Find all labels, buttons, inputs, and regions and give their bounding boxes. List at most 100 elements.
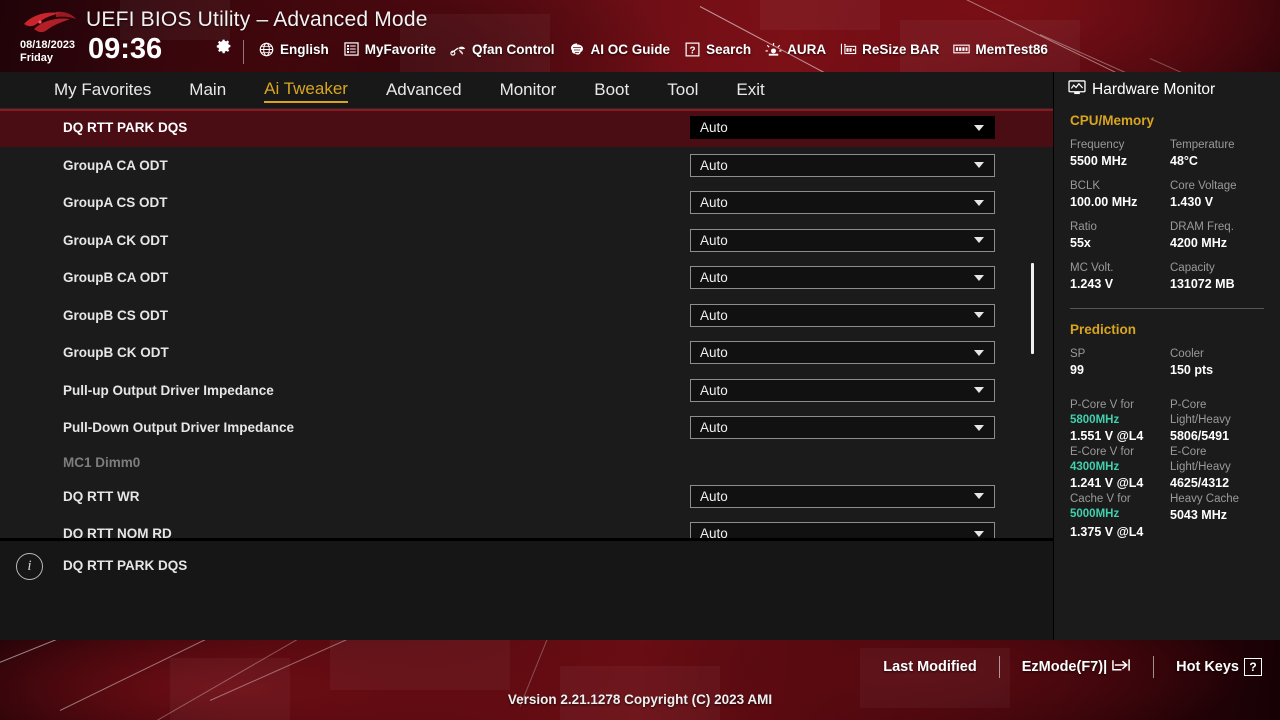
info-icon: i [16,553,43,580]
arrow-into-bracket-icon [1112,657,1131,677]
toolbar-item-memtest86[interactable]: MemTest86 [953,41,1048,57]
setting-dropdown[interactable]: Auto [690,378,995,402]
table-row[interactable]: GroupA CS ODT Auto [0,184,1053,222]
fan-icon [450,41,467,57]
header-divider [243,40,244,64]
toolbar-item-search[interactable]: ? Search [684,41,751,57]
hwm-value: 99 [1070,363,1084,377]
table-row[interactable]: GroupB CA ODT Auto [0,259,1053,297]
setting-dropdown[interactable]: Auto [690,416,995,440]
hardware-monitor-panel: Hardware Monitor CPU/Memory Frequency Te… [1053,72,1280,640]
hwm-key: DRAM Freq. [1170,221,1234,233]
dropdown-value: Auto [700,157,728,173]
hwm-value: 1.243 V [1070,277,1114,291]
hwm-value: 48°C [1170,154,1198,168]
chevron-down-icon [974,124,984,131]
memory-icon [953,41,971,57]
chevron-down-icon [974,530,984,537]
hwm-key: BCLK [1070,180,1101,192]
table-row[interactable]: GroupA CK ODT Auto [0,222,1053,260]
table-row[interactable]: DQ RTT PARK DQS Auto [0,109,1053,147]
dropdown-value: Auto [700,488,728,504]
footer-texture-block [170,658,290,720]
hwm-value: 55x [1070,236,1091,250]
globe-icon [258,41,275,57]
hwm-freq: 5800MHz [1070,414,1120,426]
chevron-down-icon [974,387,984,394]
tab-advanced[interactable]: Advanced [386,80,462,102]
header-streak [1149,58,1280,72]
table-row[interactable]: GroupA CA ODT Auto [0,147,1053,185]
toolbar-label: AURA [787,41,827,57]
tab-tool[interactable]: Tool [667,80,698,102]
gear-icon[interactable] [216,38,232,54]
hwm-value: 1.375 V @L4 [1070,525,1144,539]
hwm-key: Capacity [1170,262,1215,274]
toolbar-item-language[interactable]: English [258,41,329,57]
dropdown-value: Auto [700,420,728,436]
light-icon [765,41,782,57]
hardware-monitor-label: Hardware Monitor [1092,81,1216,98]
dropdown-value: Auto [700,195,728,211]
hwm-key: Ratio [1070,221,1097,233]
svg-text:?: ? [690,45,696,56]
hwm-key: E-Core V for [1070,446,1134,458]
hwm-prediction-grid: SP Cooler 99 150 pts [1070,347,1266,388]
rog-logo [24,11,76,33]
ezmode-button[interactable]: EzMode(F7)| [1022,657,1131,677]
dropdown-value: Auto [700,382,728,398]
tab-main[interactable]: Main [189,80,226,102]
setting-dropdown[interactable]: Auto [690,266,995,290]
table-row[interactable]: GroupB CS ODT Auto [0,297,1053,335]
tab-ai-tweaker[interactable]: Ai Tweaker [264,79,348,103]
hot-keys-button[interactable]: Hot Keys ? [1176,658,1262,676]
toolbar-item-resize-bar[interactable]: ReSize BAR [840,41,939,57]
setting-label: GroupB CA ODT [63,270,169,286]
toolbar-item-ai-oc-guide[interactable]: AI OC Guide [569,41,670,57]
table-row[interactable]: GroupB CK ODT Auto [0,334,1053,372]
table-row[interactable]: Pull-Down Output Driver Impedance Auto [0,409,1053,447]
last-modified-label: Last Modified [883,659,977,675]
tab-boot[interactable]: Boot [594,80,629,102]
tab-monitor[interactable]: Monitor [500,80,557,102]
section-header-row: MC1 Dimm0 [0,447,1053,478]
table-row[interactable]: DQ RTT WR Auto [0,478,1053,516]
version-text: Version 2.21.1278 Copyright (C) 2023 AMI [507,692,773,707]
hwm-key: SP [1070,348,1086,360]
list-scrollbar[interactable] [1030,109,1035,538]
setting-dropdown[interactable]: Auto [690,303,995,327]
bios-screen: UEFI BIOS Utility – Advanced Mode 08/18/… [0,0,1280,720]
hardware-monitor-title: Hardware Monitor [1068,80,1266,100]
table-row[interactable]: DQ RTT NOM RD Auto [0,515,1053,538]
table-row[interactable]: Pull-up Output Driver Impedance Auto [0,372,1053,410]
setting-dropdown[interactable]: Auto [690,522,995,538]
tab-my-favorites[interactable]: My Favorites [54,80,151,102]
toolbar-label: Qfan Control [472,41,555,57]
hwm-value: 131072 MB [1170,277,1235,291]
setting-label: GroupA CS ODT [63,195,168,211]
setting-dropdown[interactable]: Auto [690,153,995,177]
settings-list: DQ RTT PARK DQS Auto GroupA CA ODT Auto … [0,109,1053,538]
chevron-down-icon [974,493,984,500]
hwm-divider [1070,308,1264,309]
toolbar-item-myfavorite[interactable]: MyFavorite [343,41,436,57]
date-value: 08/18/2023 [20,39,76,51]
setting-dropdown[interactable]: Auto [690,116,995,140]
toolbar-item-aura[interactable]: AURA [765,41,826,57]
last-modified-button[interactable]: Last Modified [883,659,976,675]
setting-dropdown[interactable]: Auto [690,228,995,252]
brain-icon [569,41,586,57]
toolbar-item-qfan-control[interactable]: Qfan Control [450,41,555,57]
resize-bar-icon [840,41,857,57]
chevron-down-icon [974,424,984,431]
hwm-key: P-Core [1170,399,1207,411]
dropdown-value: Auto [700,526,728,538]
setting-dropdown[interactable]: Auto [690,341,995,365]
setting-dropdown[interactable]: Auto [690,484,995,508]
footer-texture-block [330,640,510,690]
footer-divider [998,656,1000,678]
setting-dropdown[interactable]: Auto [690,191,995,215]
scrollbar-thumb[interactable] [1031,263,1034,354]
hwm-value: 1.241 V @L4 [1070,476,1144,490]
tab-exit[interactable]: Exit [736,80,764,102]
